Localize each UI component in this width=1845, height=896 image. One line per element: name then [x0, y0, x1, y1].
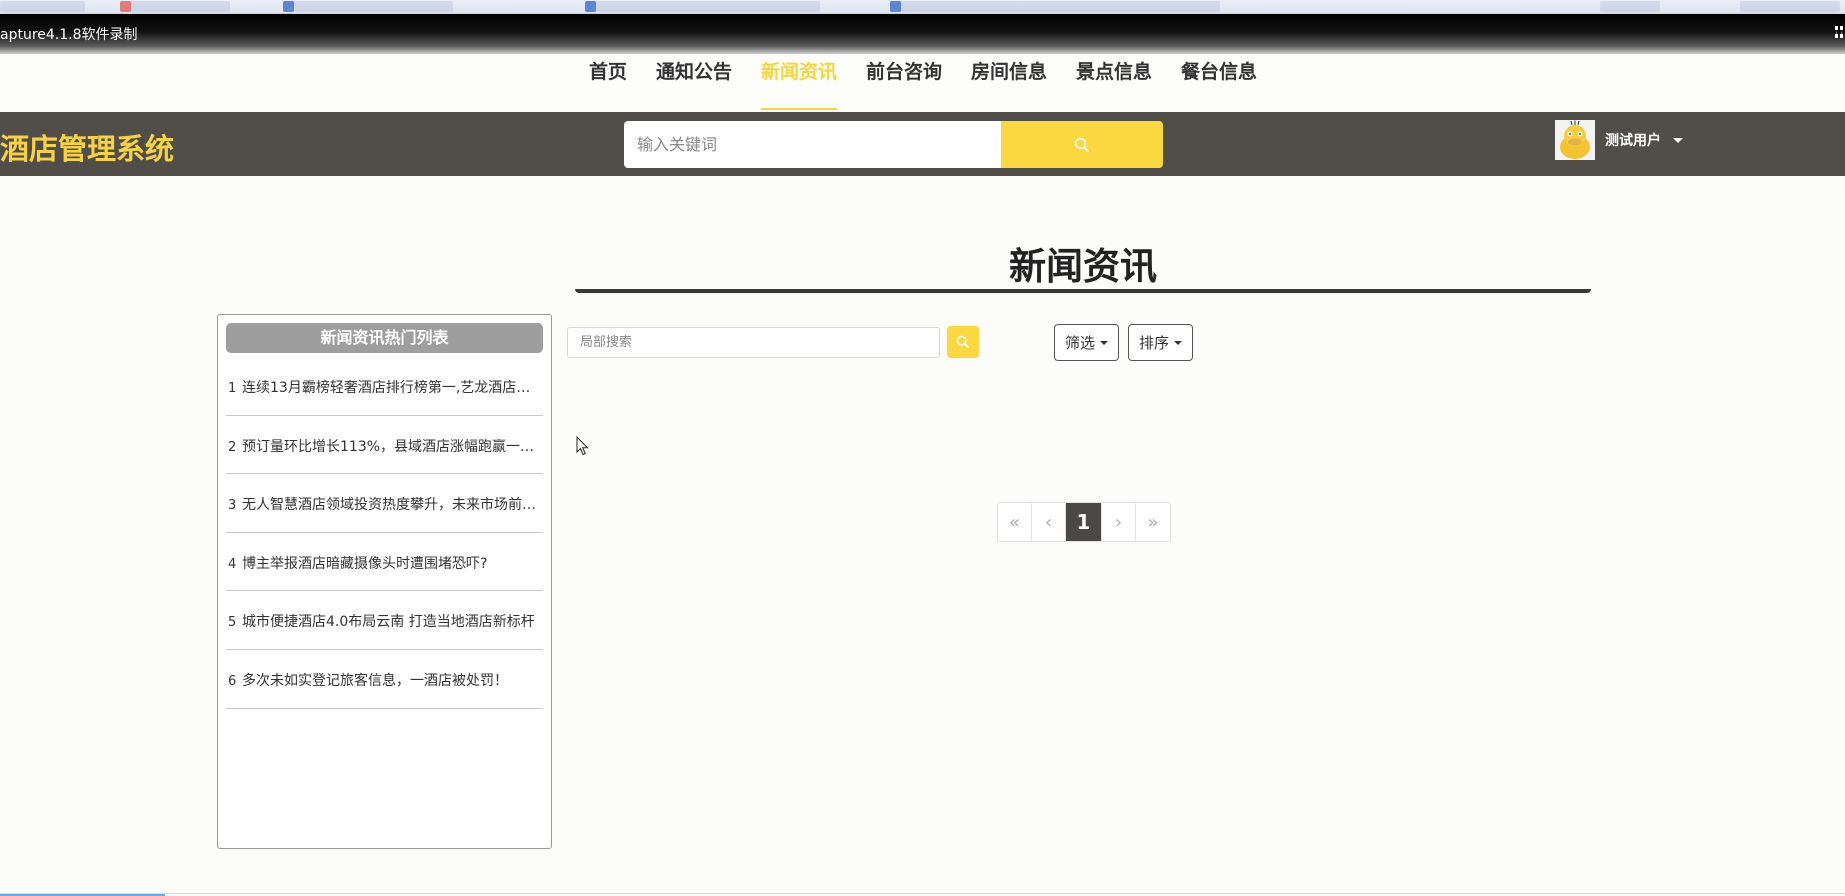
hot-news-list: 1 连续13月霸榜轻奢酒店排行榜第一,艺龙酒店科技平台旗下品牌 2 预订量环比增… — [226, 357, 543, 709]
list-item-number: 5 — [228, 615, 237, 631]
list-item-title[interactable]: 连续13月霸榜轻奢酒店排行榜第一,艺龙酒店科技平台旗下品牌 — [242, 377, 542, 397]
filter-label: 筛选 — [1065, 334, 1096, 352]
filter-dropdown-button[interactable]: 筛选 — [1054, 324, 1120, 361]
list-item[interactable]: 6 多次未如实登记旅客信息，一酒店被处罚！ — [226, 650, 543, 709]
nav-item-rooms[interactable]: 房间信息 — [971, 54, 1047, 110]
duck-avatar-icon — [1555, 120, 1595, 160]
list-item-number: 4 — [228, 556, 237, 572]
bottom-divider — [0, 893, 1845, 894]
last-page-button[interactable]: » — [1136, 503, 1170, 541]
current-page[interactable]: 1 — [1066, 503, 1102, 541]
search-icon — [1074, 137, 1089, 152]
nav-item-news[interactable]: 新闻资讯 — [761, 54, 838, 110]
caret-down-icon — [1673, 137, 1683, 143]
sidebar-title: 新闻资讯热门列表 — [226, 323, 543, 353]
search-button[interactable] — [1001, 121, 1163, 168]
user-name: 测试用户 — [1605, 133, 1661, 149]
local-search-button[interactable] — [947, 326, 979, 358]
list-item[interactable]: 2 预订量环比增长113%，县域酒店涨幅跑赢一二线城市 — [226, 416, 543, 475]
list-item-title[interactable]: 预订量环比增长113%，县域酒店涨幅跑赢一二线城市 — [242, 436, 542, 456]
page-title: 新闻资讯 — [1009, 245, 1157, 288]
nav-item-dining[interactable]: 餐台信息 — [1181, 54, 1257, 110]
sort-dropdown-button[interactable]: 排序 — [1128, 324, 1194, 361]
search-input[interactable] — [624, 121, 1001, 168]
nav-item-attractions[interactable]: 景点信息 — [1076, 54, 1152, 110]
local-search-input[interactable] — [567, 327, 940, 358]
avatar — [1555, 120, 1595, 160]
desktop-taskbar-strip — [0, 0, 1845, 14]
nav-item-front-desk[interactable]: 前台咨询 — [866, 54, 942, 110]
list-item[interactable]: 4 博主举报酒店暗藏摄像头时遭围堵恐吓? — [226, 533, 543, 592]
list-item-number: 1 — [228, 381, 237, 396]
list-item-title[interactable]: 无人智慧酒店领域投资热度攀升，未来市场前景可期 — [242, 494, 542, 514]
user-menu[interactable]: 测试用户 — [1555, 119, 1683, 161]
list-item-number: 2 — [228, 439, 237, 455]
search-icon — [956, 335, 970, 349]
list-item-number: 6 — [228, 673, 237, 689]
caret-down-icon — [1100, 340, 1109, 345]
list-item-title[interactable]: 多次未如实登记旅客信息，一酒店被处罚！ — [242, 670, 542, 690]
list-item[interactable]: 3 无人智慧酒店领域投资热度攀升，未来市场前景可期 — [226, 474, 543, 533]
nav-item-notices[interactable]: 通知公告 — [656, 54, 732, 110]
list-item[interactable]: 5 城市便捷酒店4.0布局云南 打造当地酒店新标杆 — [226, 591, 543, 650]
mouse-cursor-icon — [576, 436, 589, 456]
next-page-button[interactable]: › — [1102, 503, 1136, 541]
site-title[interactable]: 酒店管理系统 — [0, 126, 174, 168]
top-navigation: 首页 通知公告 新闻资讯 前台咨询 房间信息 景点信息 餐台信息 — [0, 54, 1845, 112]
list-item-title[interactable]: 博主举报酒店暗藏摄像头时遭围堵恐吓? — [242, 553, 542, 573]
prev-page-button[interactable]: ‹ — [1032, 503, 1066, 541]
nav-item-home[interactable]: 首页 — [589, 54, 627, 110]
first-page-button[interactable]: « — [998, 503, 1032, 541]
recorder-title: apture4.1.8软件录制 — [0, 27, 138, 43]
sort-label: 排序 — [1139, 334, 1170, 352]
hot-news-sidebar: 新闻资讯热门列表 1 连续13月霸榜轻奢酒店排行榜第一,艺龙酒店科技平台旗下品牌… — [217, 314, 552, 849]
global-search — [624, 121, 1163, 168]
list-item-title[interactable]: 城市便捷酒店4.0布局云南 打造当地酒店新标杆 — [242, 611, 542, 631]
title-divider — [575, 289, 1591, 293]
list-item[interactable]: 1 连续13月霸榜轻奢酒店排行榜第一,艺龙酒店科技平台旗下品牌 — [226, 357, 543, 416]
caret-down-icon — [1174, 340, 1183, 345]
recorder-title-bar: apture4.1.8软件录制 — [0, 14, 1845, 54]
grip-icon[interactable] — [1835, 26, 1843, 38]
pagination: « ‹ 1 › » — [997, 502, 1171, 542]
list-item-number: 3 — [228, 498, 237, 514]
header-bar: 酒店管理系统 测试用户 — [0, 112, 1845, 176]
